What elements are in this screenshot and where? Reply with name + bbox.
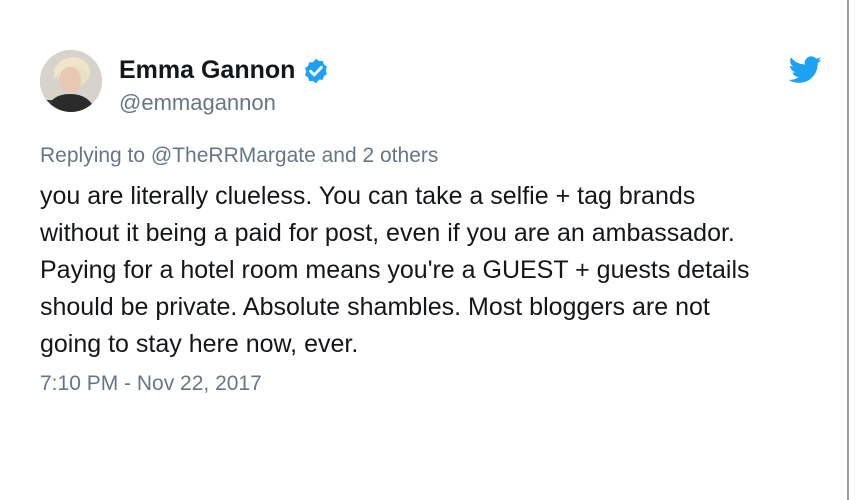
- right-border-divider: [847, 0, 849, 500]
- reply-prefix: Replying to: [40, 144, 151, 167]
- twitter-bird-icon[interactable]: [789, 56, 822, 84]
- reply-suffix[interactable]: and 2 others: [316, 144, 439, 167]
- tweet-text-line: should be private. Absolute shambles. Mo…: [40, 293, 710, 321]
- tweet-card: Emma Gannon @emmagannon Replying to @The…: [0, 0, 855, 500]
- tweet-text-line: going to stay here now, ever.: [40, 330, 359, 358]
- avatar[interactable]: [40, 50, 102, 112]
- author-display-name[interactable]: Emma Gannon: [119, 56, 295, 85]
- tweet-text-line: you are literally clueless. You can take…: [40, 182, 696, 210]
- tweet-text-line: Paying for a hotel room means you're a G…: [40, 256, 750, 284]
- tweet-timestamp[interactable]: 7:10 PM - Nov 22, 2017: [40, 372, 262, 396]
- reply-mention-link[interactable]: @TheRRMargate: [151, 144, 316, 167]
- author-handle[interactable]: @emmagannon: [119, 90, 276, 116]
- tweet-text: you are literally clueless. You can take…: [40, 178, 830, 363]
- reply-context: Replying to @TheRRMargate and 2 others: [40, 144, 438, 168]
- profile-photo-icon: [40, 50, 102, 112]
- tweet-text-line: without it being a paid for post, even i…: [40, 219, 735, 247]
- author-name[interactable]: Emma Gannon: [119, 56, 330, 85]
- verified-badge-icon: [302, 57, 330, 85]
